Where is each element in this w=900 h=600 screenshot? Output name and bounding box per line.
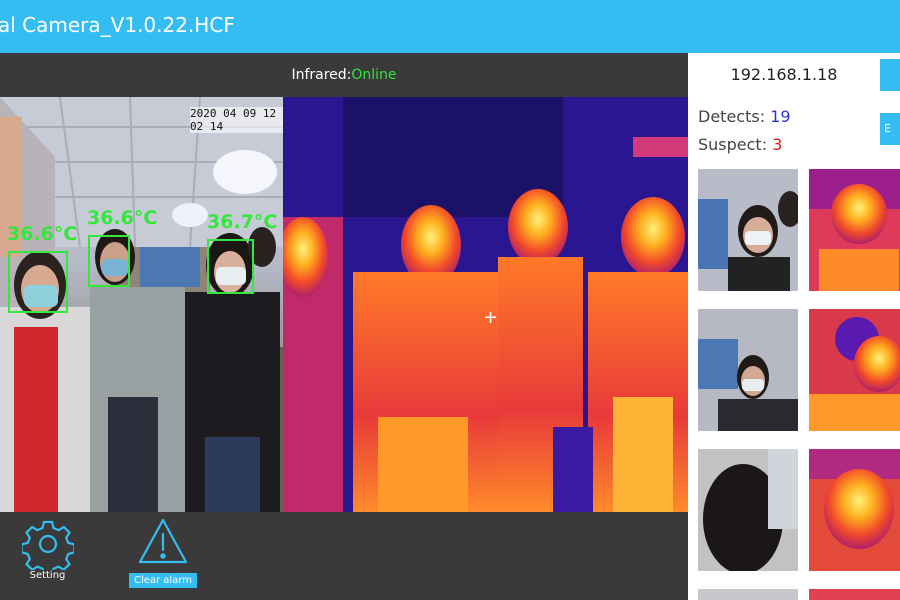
thermal-scene [283,97,688,512]
capture-visible-thumbnail[interactable] [698,309,798,431]
face-detection-box [207,239,254,294]
temperature-label: 36.7°C [207,211,278,233]
capture-thermal-thumbnail[interactable] [809,449,900,571]
camera-panel: Infrared:Online 2020 04 09 12 02 14 36.6… [0,53,688,600]
thermal-camera-feed: + [283,97,688,512]
sidebar-top-button[interactable] [880,59,900,91]
detects-label: Detects: [698,107,766,126]
suspect-count: 3 [772,135,783,154]
detects-stat: Detects: 19 [698,107,791,126]
capture-image [698,309,798,431]
sidebar-second-button[interactable]: E [880,113,900,145]
infrared-status-label: Infrared: [291,67,352,83]
capture-image [809,309,900,431]
capture-thermal-thumbnail[interactable] [809,589,900,600]
temperature-label: 36.6°C [87,207,158,229]
suspect-label: Suspect: [698,135,768,154]
capture-image [809,449,900,571]
window-title: al Camera_V1.0.22.HCF [0,13,235,37]
face-detection-box [8,251,68,313]
capture-image [698,449,798,571]
crosshair-icon: + [483,307,499,328]
capture-visible-thumbnail[interactable] [698,449,798,571]
temperature-label: 36.6°C [7,223,78,245]
capture-thermal-thumbnail[interactable] [809,169,900,291]
detection-sidebar: 192.168.1.18 E Detects: 19 Suspect: 3 [688,53,900,600]
clear-alarm-button[interactable]: Clear alarm [128,516,198,588]
bottom-toolbar: Setting Clear alarm [0,512,688,600]
capture-visible-thumbnail[interactable] [698,169,798,291]
gear-icon [21,520,74,570]
title-bar: al Camera_V1.0.22.HCF [0,0,900,53]
warning-icon [138,518,188,564]
capture-visible-thumbnail[interactable] [698,589,798,600]
ip-address: 192.168.1.18 [730,65,838,84]
capture-thermal-thumbnail[interactable] [809,309,900,431]
capture-image [698,169,798,291]
setting-label: Setting [29,570,66,581]
visible-camera-feed: 2020 04 09 12 02 14 36.6°C 36.6°C 36.7°C [0,97,283,512]
capture-image [809,169,900,291]
infrared-status-value: Online [351,67,397,83]
video-timestamp: 2020 04 09 12 02 14 [190,107,283,133]
suspect-stat: Suspect: 3 [698,135,782,154]
detects-count: 19 [770,107,791,126]
clear-alarm-label: Clear alarm [128,573,198,588]
infrared-status: Infrared:Online [0,53,688,97]
setting-button[interactable]: Setting [20,518,75,581]
face-detection-box [88,235,130,287]
